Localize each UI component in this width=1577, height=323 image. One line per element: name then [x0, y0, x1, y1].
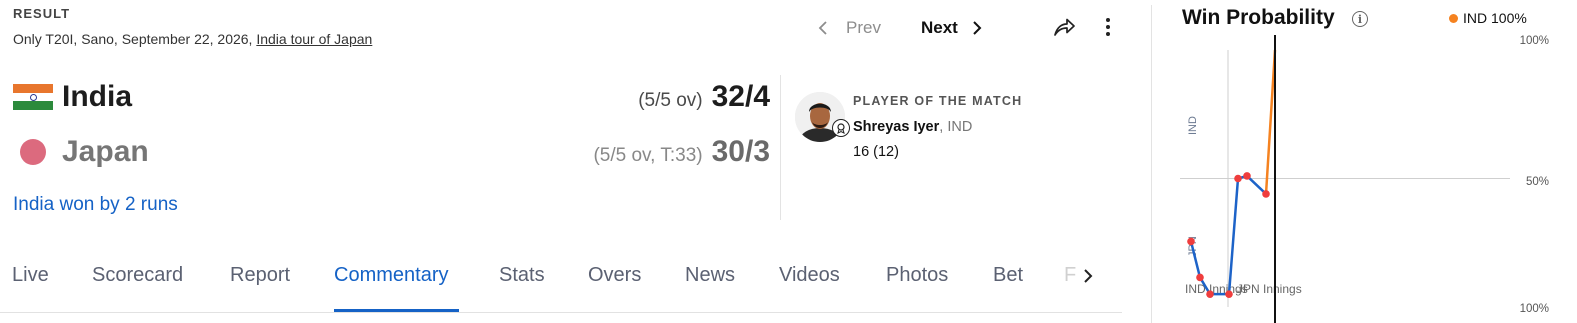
tab-live[interactable]: Live: [12, 264, 49, 287]
share-icon[interactable]: [1052, 15, 1076, 39]
tab-report[interactable]: Report: [230, 264, 290, 287]
player-name: Shreyas Iyer: [853, 119, 940, 135]
data-point: [1243, 172, 1251, 180]
match-info: Only T20I, Sano, September 22, 2026, Ind…: [13, 31, 372, 47]
team-row-japan: Japan (5/5 ov, T:33) 30/3: [13, 131, 770, 173]
side-label-ind: IND: [1187, 116, 1199, 135]
potm-name[interactable]: Shreyas Iyer, IND: [853, 119, 972, 135]
next-button[interactable]: Next: [921, 18, 982, 38]
tab-overs[interactable]: Overs: [588, 264, 641, 287]
active-tab-underline: [334, 309, 459, 312]
panel-divider: [1151, 5, 1152, 323]
match-result-link[interactable]: India won by 2 runs: [13, 194, 178, 216]
more-options-icon[interactable]: [1098, 15, 1118, 39]
team-score: 32/4: [711, 80, 770, 113]
award-badge-icon: [832, 119, 850, 137]
chevron-right-icon[interactable]: [1078, 264, 1098, 288]
tour-link[interactable]: India tour of Japan: [256, 31, 372, 47]
divider: [780, 75, 781, 220]
team-name: Japan: [62, 135, 149, 168]
result-label: RESULT: [13, 6, 71, 21]
legend-label: IND 100%: [1463, 10, 1527, 26]
match-info-text: Only T20I, Sano, September 22, 2026,: [13, 31, 257, 47]
tab-bet[interactable]: Bet: [993, 264, 1023, 287]
team-score: 30/3: [711, 135, 770, 168]
japan-flag-icon: [13, 139, 53, 165]
tab-commentary[interactable]: Commentary: [334, 264, 448, 287]
tab-scorecard[interactable]: Scorecard: [92, 264, 183, 287]
overs-text: (5/5 ov): [638, 90, 703, 111]
potm-title: PLAYER OF THE MATCH: [853, 94, 1023, 108]
legend-dot: [1449, 13, 1458, 23]
tab-videos[interactable]: Videos: [779, 264, 840, 287]
match-navigation: Prev Next: [818, 14, 982, 42]
prev-button[interactable]: Prev: [818, 18, 881, 38]
data-point: [1187, 237, 1195, 246]
tab-bar: Live Scorecard Report Commentary Stats O…: [0, 258, 1122, 313]
data-point: [1234, 174, 1242, 183]
win-probability-chart: 100%50%100%INDJPNIND InningsJPN Innings: [1180, 35, 1549, 323]
tab-stats[interactable]: Stats: [499, 264, 545, 287]
india-flag-icon: [13, 84, 53, 111]
info-icon[interactable]: i: [1352, 11, 1368, 27]
data-point: [1225, 290, 1233, 298]
prev-label: Prev: [846, 18, 881, 37]
win-probability-line-final: [1264, 49, 1277, 194]
tab-photos[interactable]: Photos: [886, 264, 948, 287]
player-team: , IND: [939, 119, 973, 135]
score-wrap: (5/5 ov) 32/4: [638, 80, 770, 114]
y-tick-label: 50%: [1526, 176, 1549, 188]
y-tick-label: 100%: [1520, 303, 1549, 315]
y-tick-label: 100%: [1520, 35, 1549, 47]
innings-label-jpn: JPN Innings: [1237, 282, 1302, 296]
team-name: India: [62, 80, 133, 113]
chevron-right-icon: [973, 21, 982, 35]
next-label: Next: [920, 18, 958, 37]
chevron-left-icon: [818, 21, 827, 35]
potm-stat: 16 (12): [853, 144, 899, 160]
win-probability-title: Win Probability: [1182, 6, 1335, 29]
tab-news[interactable]: News: [685, 264, 735, 287]
data-point: [1196, 273, 1204, 282]
data-point: [1262, 190, 1270, 198]
overs-text: (5/5 ov, T:33): [593, 145, 703, 166]
tab-overflow[interactable]: F: [1064, 264, 1076, 287]
win-probability-legend: IND 100%: [1449, 10, 1527, 26]
team-row-india: India (5/5 ov) 32/4: [13, 76, 770, 118]
data-point: [1206, 290, 1214, 298]
score-wrap: (5/5 ov, T:33) 30/3: [593, 135, 770, 169]
